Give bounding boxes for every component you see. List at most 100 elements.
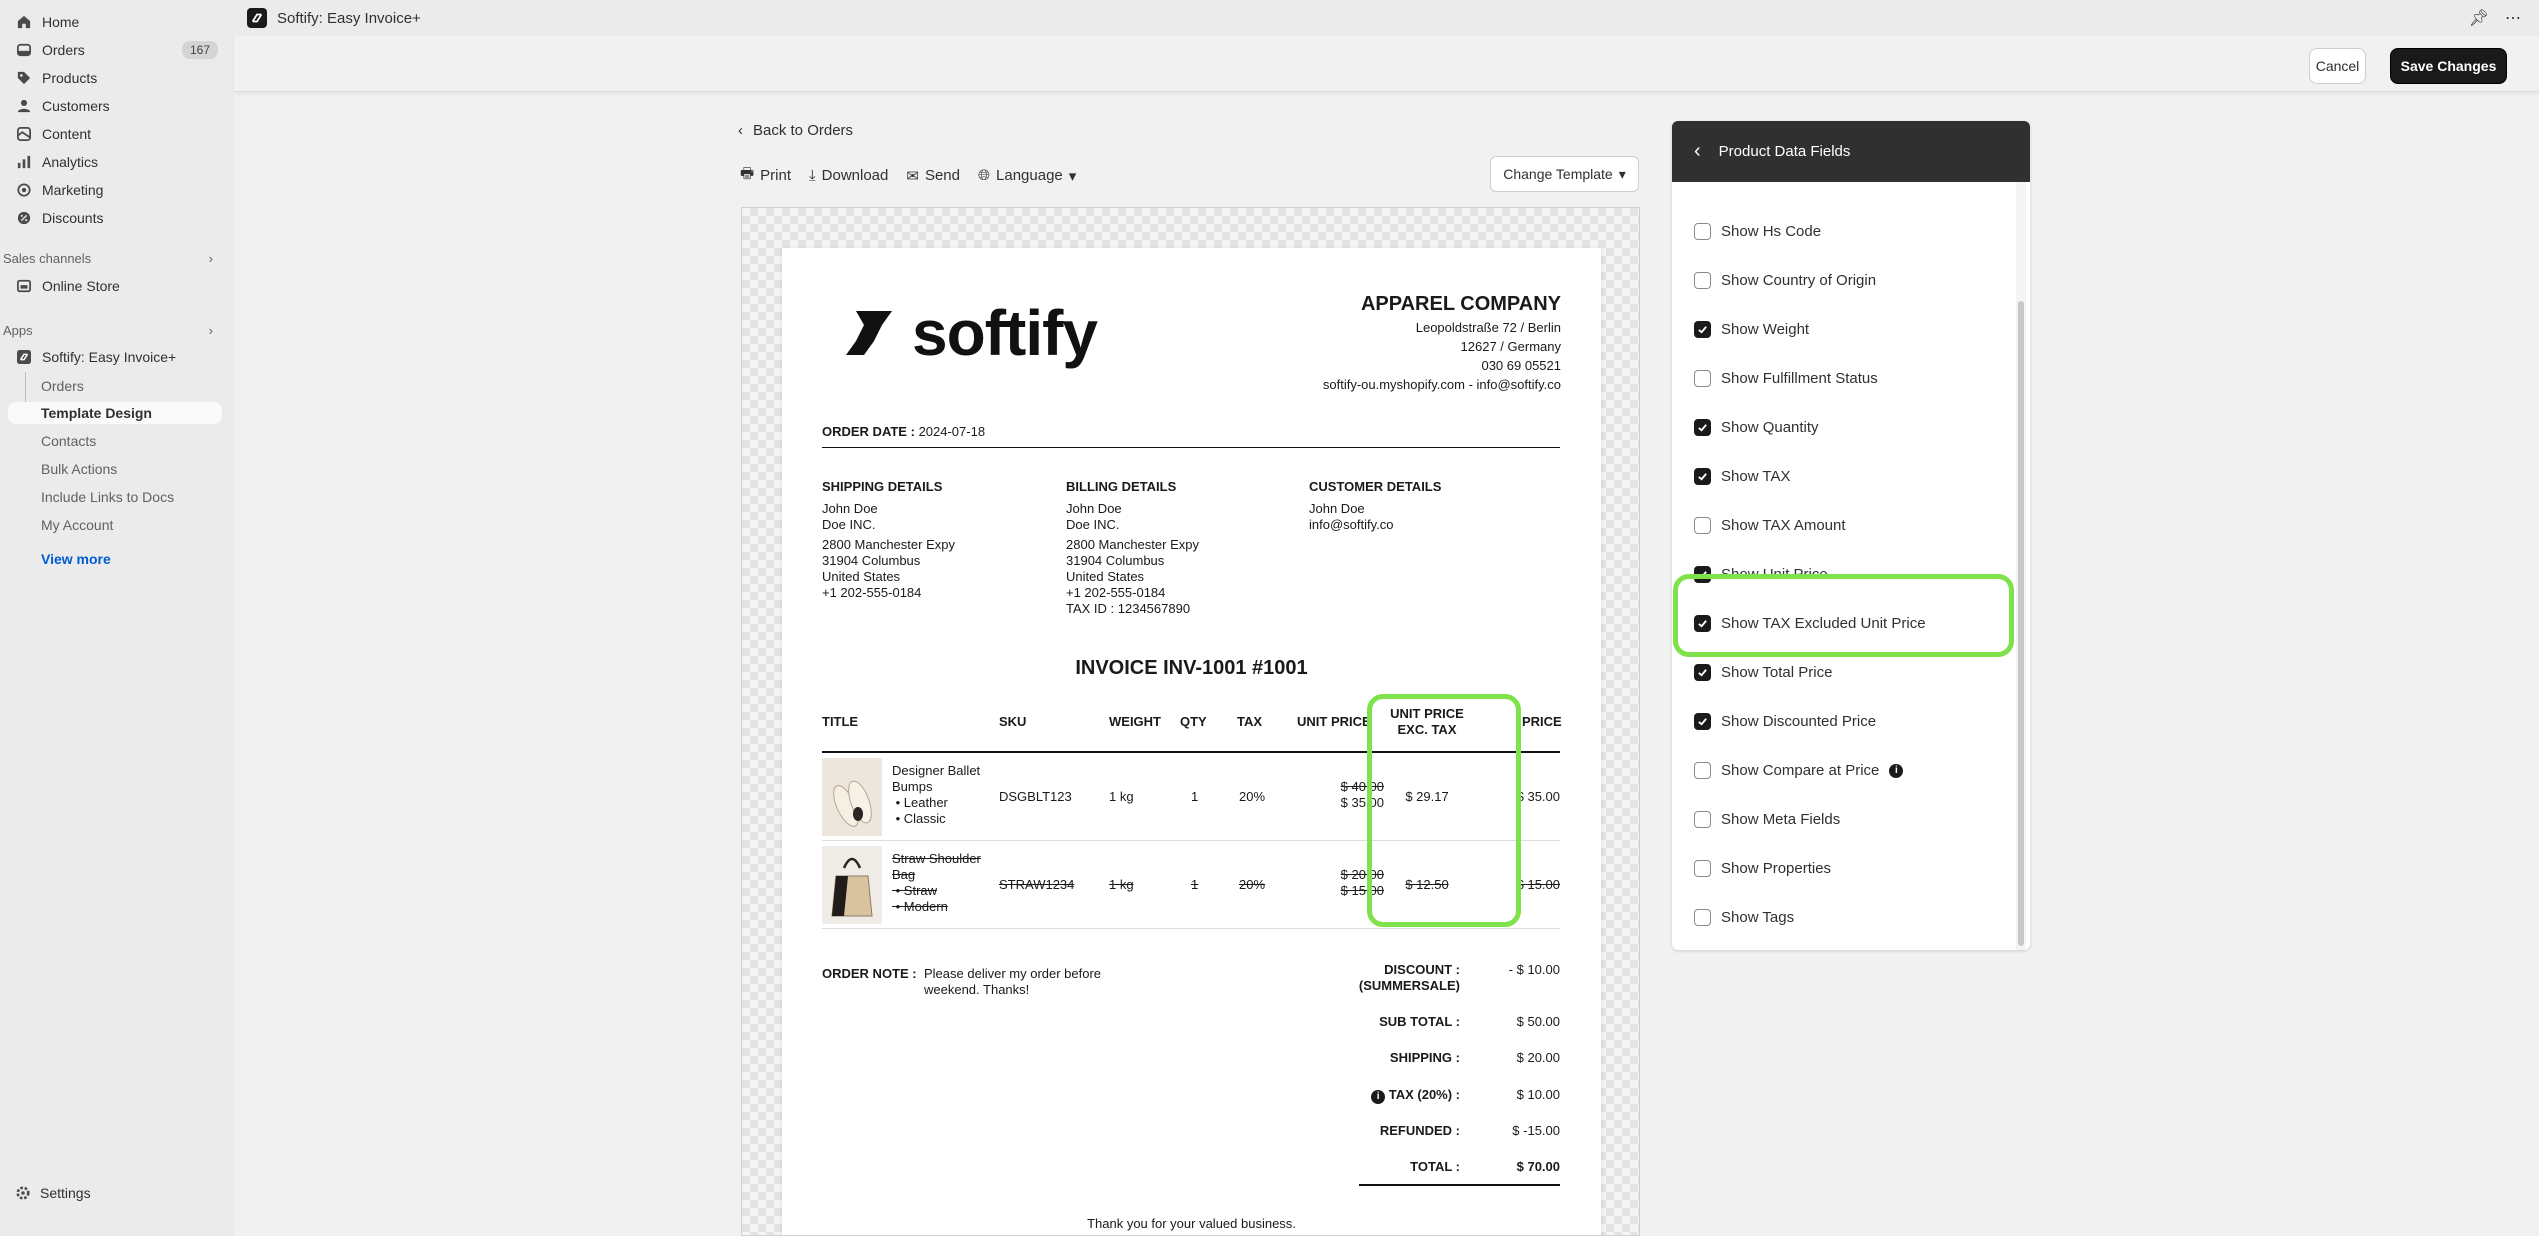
customer-details: CUSTOMER DETAILS John Doe info@softify.c… [1309,479,1441,533]
nav-content[interactable]: Content [8,121,222,147]
total-rule [1359,1184,1560,1186]
shipping-phone: +1 202-555-0184 [822,585,922,600]
checkbox[interactable] [1694,909,1711,926]
send-button[interactable]: ✉ Send [906,163,960,188]
apps-header[interactable]: Apps › [3,323,213,338]
app-sub-include-links[interactable]: Include Links to Docs [41,486,174,508]
checkbox[interactable] [1694,370,1711,387]
store-icon [16,278,32,294]
tax-total-label-text: TAX (20%) : [1388,1087,1460,1102]
shipping-label: SHIPPING : [1389,1050,1460,1065]
option-show-country-of-origin[interactable]: Show Country of Origin [1694,272,1876,289]
gear-icon [16,1186,30,1200]
invoice-paper: softify APPAREL COMPANY Leopoldstraße 72… [782,248,1601,1235]
download-icon: ⤓ [809,167,816,184]
nav-orders[interactable]: Orders 167 [8,37,222,63]
scrollbar-thumb[interactable] [2018,301,2024,946]
view-more-link[interactable]: View more [41,551,111,567]
item-option: • Leather [892,795,948,810]
checkbox[interactable] [1694,762,1711,779]
option-label: Show Quantity [1721,419,1819,436]
item-title-cont: Bumps [892,779,933,794]
nav-online-store[interactable]: Online Store [8,273,222,299]
nav-label: Orders [42,42,85,58]
checkbox[interactable] [1694,517,1711,534]
order-date-label: ORDER DATE : [822,424,915,439]
option-show-total-price[interactable]: Show Total Price [1694,664,1832,681]
item-tax: 20% [1239,789,1266,804]
company-address2: 12627 / Germany [1460,339,1561,354]
download-label: Download [821,167,889,184]
thank-you-note: Thank you for your valued business. [1087,1216,1296,1231]
language-label: Language [996,167,1063,184]
checkbox[interactable] [1694,811,1711,828]
download-button[interactable]: ⤓ Download [809,163,888,188]
option-show-tags[interactable]: Show Tags [1694,909,1794,926]
back-to-orders-link[interactable]: ‹ Back to Orders [738,122,853,139]
sales-channels-label: Sales channels [3,251,92,266]
option-show-tax[interactable]: Show TAX [1694,468,1790,485]
checkbox[interactable] [1694,713,1711,730]
item-title: Straw Shoulder [892,851,981,866]
person-icon [16,98,32,114]
checkbox[interactable] [1694,468,1711,485]
order-date: ORDER DATE : 2024-07-18 [822,424,985,439]
app-sub-orders[interactable]: Orders [41,375,84,397]
option-label: Show Properties [1721,860,1832,877]
option-show-quantity[interactable]: Show Quantity [1694,419,1819,436]
more-icon[interactable]: ⋯ [2505,8,2521,28]
caret-down-icon: ▾ [1618,165,1626,182]
checkbox[interactable] [1694,419,1711,436]
option-show-properties[interactable]: Show Properties [1694,860,1831,877]
total-label: TOTAL : [1410,1159,1460,1174]
info-icon[interactable]: i [1889,763,1904,778]
order-note-label: ORDER NOTE : [822,966,917,981]
app-sub-template-design[interactable]: Template Design [8,402,222,424]
option-show-hs-code[interactable]: Show Hs Code [1694,223,1821,240]
option-show-weight[interactable]: Show Weight [1694,321,1809,338]
checkbox[interactable] [1694,272,1711,289]
option-label: Show Hs Code [1721,223,1822,240]
discount-code: (SUMMERSALE) [1358,978,1460,993]
sales-channels-header[interactable]: Sales channels › [3,251,213,266]
save-changes-button[interactable]: Save Changes [2390,48,2507,84]
info-icon[interactable]: i [1371,1089,1386,1104]
option-show-discounted-price[interactable]: Show Discounted Price [1694,713,1876,730]
checkbox[interactable] [1694,223,1711,240]
nav-label: Customers [42,98,110,114]
option-show-compare-at-price[interactable]: Show Compare at Price i [1694,762,1904,779]
checkbox[interactable] [1694,664,1711,681]
language-dropdown[interactable]: 🌐︎ Language ▾ [978,163,1076,188]
nav-products[interactable]: Products [8,65,222,91]
chevron-left-icon[interactable]: ‹ [1694,140,1701,163]
app-sub-contacts[interactable]: Contacts [41,430,96,452]
nav-marketing[interactable]: Marketing [8,177,222,203]
change-template-button[interactable]: Change Template ▾ [1490,156,1639,192]
nav-app-softify[interactable]: Softify: Easy Invoice+ [8,344,222,370]
option-show-fulfillment-status[interactable]: Show Fulfillment Status [1694,370,1878,387]
nav-discounts[interactable]: Discounts [8,205,222,231]
cancel-button[interactable]: Cancel [2309,48,2366,84]
col-weight: WEIGHT [1109,714,1161,729]
nav-home[interactable]: Home [8,9,222,35]
table-row: Straw Shoulder Bag • Straw • Modern [892,851,981,915]
total-value: $ 70.00 [1516,1159,1560,1174]
shipping-name: John Doe [822,501,878,516]
shipping-title: SHIPPING DETAILS [822,479,943,494]
content-icon [16,126,32,142]
app-sub-bulk-actions[interactable]: Bulk Actions [41,458,117,480]
item-option-text: Classic [903,811,946,826]
checkbox[interactable] [1694,321,1711,338]
print-button[interactable]: 🖶 Print [740,163,791,188]
nav-analytics[interactable]: Analytics [8,149,222,175]
pin-icon[interactable]: 📌︎ [2469,8,2489,28]
nav-customers[interactable]: Customers [8,93,222,119]
order-note-line1: Please deliver my order before [924,966,1102,981]
panel-title: Product Data Fields [1718,143,1851,160]
option-show-tax-amount[interactable]: Show TAX Amount [1694,517,1846,534]
app-sub-my-account[interactable]: My Account [41,514,113,536]
option-show-meta-fields[interactable]: Show Meta Fields [1694,811,1840,828]
checkbox[interactable] [1694,860,1711,877]
company-web: softify-ou.myshopify.com - info@softify.… [1322,377,1561,392]
nav-settings[interactable]: Settings [8,1180,91,1206]
